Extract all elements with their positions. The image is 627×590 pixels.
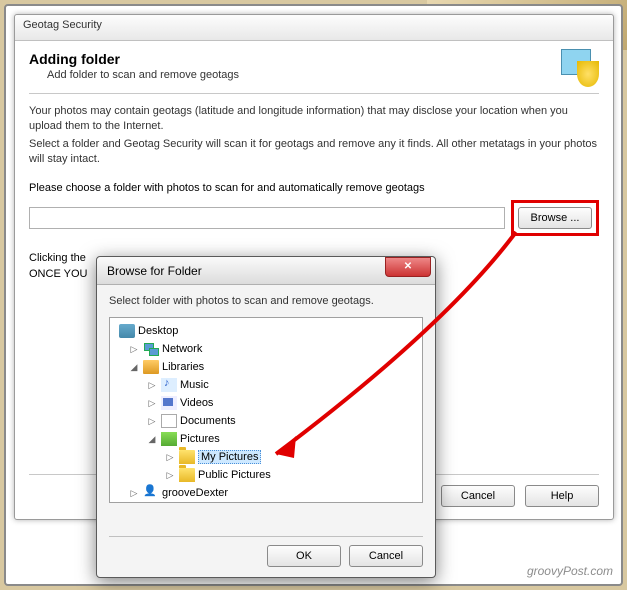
browse-folder-dialog: Browse for Folder ✕ Select folder with p… — [96, 256, 436, 578]
tree-label: Music — [180, 379, 209, 391]
expand-arrow-icon[interactable]: ▷ — [146, 380, 158, 391]
tree-label: Public Pictures — [198, 469, 271, 481]
tree-item-music[interactable]: ▷ Music — [112, 376, 420, 394]
tree-item-libraries[interactable]: ◢ Libraries — [112, 358, 420, 376]
browse-highlight: Browse ... — [511, 200, 599, 236]
dialog-cancel-button[interactable]: Cancel — [349, 545, 423, 567]
help-button[interactable]: Help — [525, 485, 599, 507]
ok-button[interactable]: OK — [267, 545, 341, 567]
expand-arrow-icon[interactable]: ▷ — [164, 470, 176, 481]
info-text: Your photos may contain geotags (latitud… — [29, 104, 599, 168]
tree-item-pictures[interactable]: ◢ Pictures — [112, 430, 420, 448]
close-icon: ✕ — [404, 261, 412, 272]
shield-photo-icon — [561, 49, 599, 87]
tree-item-network[interactable]: ▷ Network — [112, 340, 420, 358]
divider — [29, 93, 599, 94]
watermark: groovyPost.com — [527, 564, 613, 578]
browse-title: Browse for Folder — [107, 264, 202, 278]
desktop-icon — [119, 324, 135, 338]
tree-item-homegroup[interactable]: ▷ Homegroup — [112, 502, 420, 503]
tree-label: Desktop — [138, 325, 178, 337]
tree-item-documents[interactable]: ▷ Documents — [112, 412, 420, 430]
choose-folder-label: Please choose a folder with photos to sc… — [29, 182, 599, 194]
expand-arrow-icon[interactable]: ▷ — [146, 416, 158, 427]
pictures-icon — [161, 432, 177, 446]
screenshot-frame: Geotag Security Adding folder Add folder… — [4, 4, 623, 586]
folder-icon — [179, 450, 195, 464]
browse-titlebar[interactable]: Browse for Folder ✕ — [97, 257, 435, 285]
user-folder-icon — [143, 486, 159, 500]
tree-label-selected: My Pictures — [198, 450, 261, 464]
tree-item-public-pictures[interactable]: ▷ Public Pictures — [112, 466, 420, 484]
tree-label: grooveDexter — [162, 487, 228, 499]
collapse-arrow-icon[interactable]: ◢ — [128, 362, 140, 373]
expand-arrow-icon[interactable]: ▷ — [128, 344, 140, 355]
folder-path-input[interactable] — [29, 207, 505, 229]
main-titlebar[interactable]: Geotag Security — [15, 15, 613, 41]
documents-icon — [161, 414, 177, 428]
collapse-arrow-icon[interactable]: ◢ — [146, 434, 158, 445]
close-button[interactable]: ✕ — [385, 257, 431, 277]
folder-icon — [179, 468, 195, 482]
expand-arrow-icon[interactable]: ▷ — [128, 488, 140, 499]
music-icon — [161, 378, 177, 392]
page-subheading: Add folder to scan and remove geotags — [47, 69, 239, 81]
main-title: Geotag Security — [23, 19, 102, 31]
folder-tree[interactable]: Desktop ▷ Network ◢ Libraries ▷ Music — [109, 317, 423, 503]
browse-button[interactable]: Browse ... — [518, 207, 592, 229]
tree-label: Network — [162, 343, 202, 355]
libraries-icon — [143, 360, 159, 374]
dialog-divider — [109, 536, 423, 537]
page-heading: Adding folder — [29, 51, 239, 67]
tree-item-groovedexter[interactable]: ▷ grooveDexter — [112, 484, 420, 502]
browse-instruction: Select folder with photos to scan and re… — [109, 295, 423, 307]
tree-label: Videos — [180, 397, 213, 409]
tree-item-my-pictures[interactable]: ▷ My Pictures — [112, 448, 420, 466]
expand-arrow-icon[interactable]: ▷ — [164, 452, 176, 463]
expand-arrow-icon[interactable]: ▷ — [146, 398, 158, 409]
videos-icon — [161, 396, 177, 410]
cancel-button[interactable]: Cancel — [441, 485, 515, 507]
tree-item-desktop[interactable]: Desktop — [112, 322, 420, 340]
tree-label: Libraries — [162, 361, 204, 373]
info-line-2: Select a folder and Geotag Security will… — [29, 137, 599, 168]
network-icon — [143, 342, 159, 356]
tree-label: Documents — [180, 415, 236, 427]
main-body: Adding folder Add folder to scan and rem… — [15, 41, 613, 292]
tree-label: Pictures — [180, 433, 220, 445]
info-line-1: Your photos may contain geotags (latitud… — [29, 104, 599, 135]
tree-item-videos[interactable]: ▷ Videos — [112, 394, 420, 412]
